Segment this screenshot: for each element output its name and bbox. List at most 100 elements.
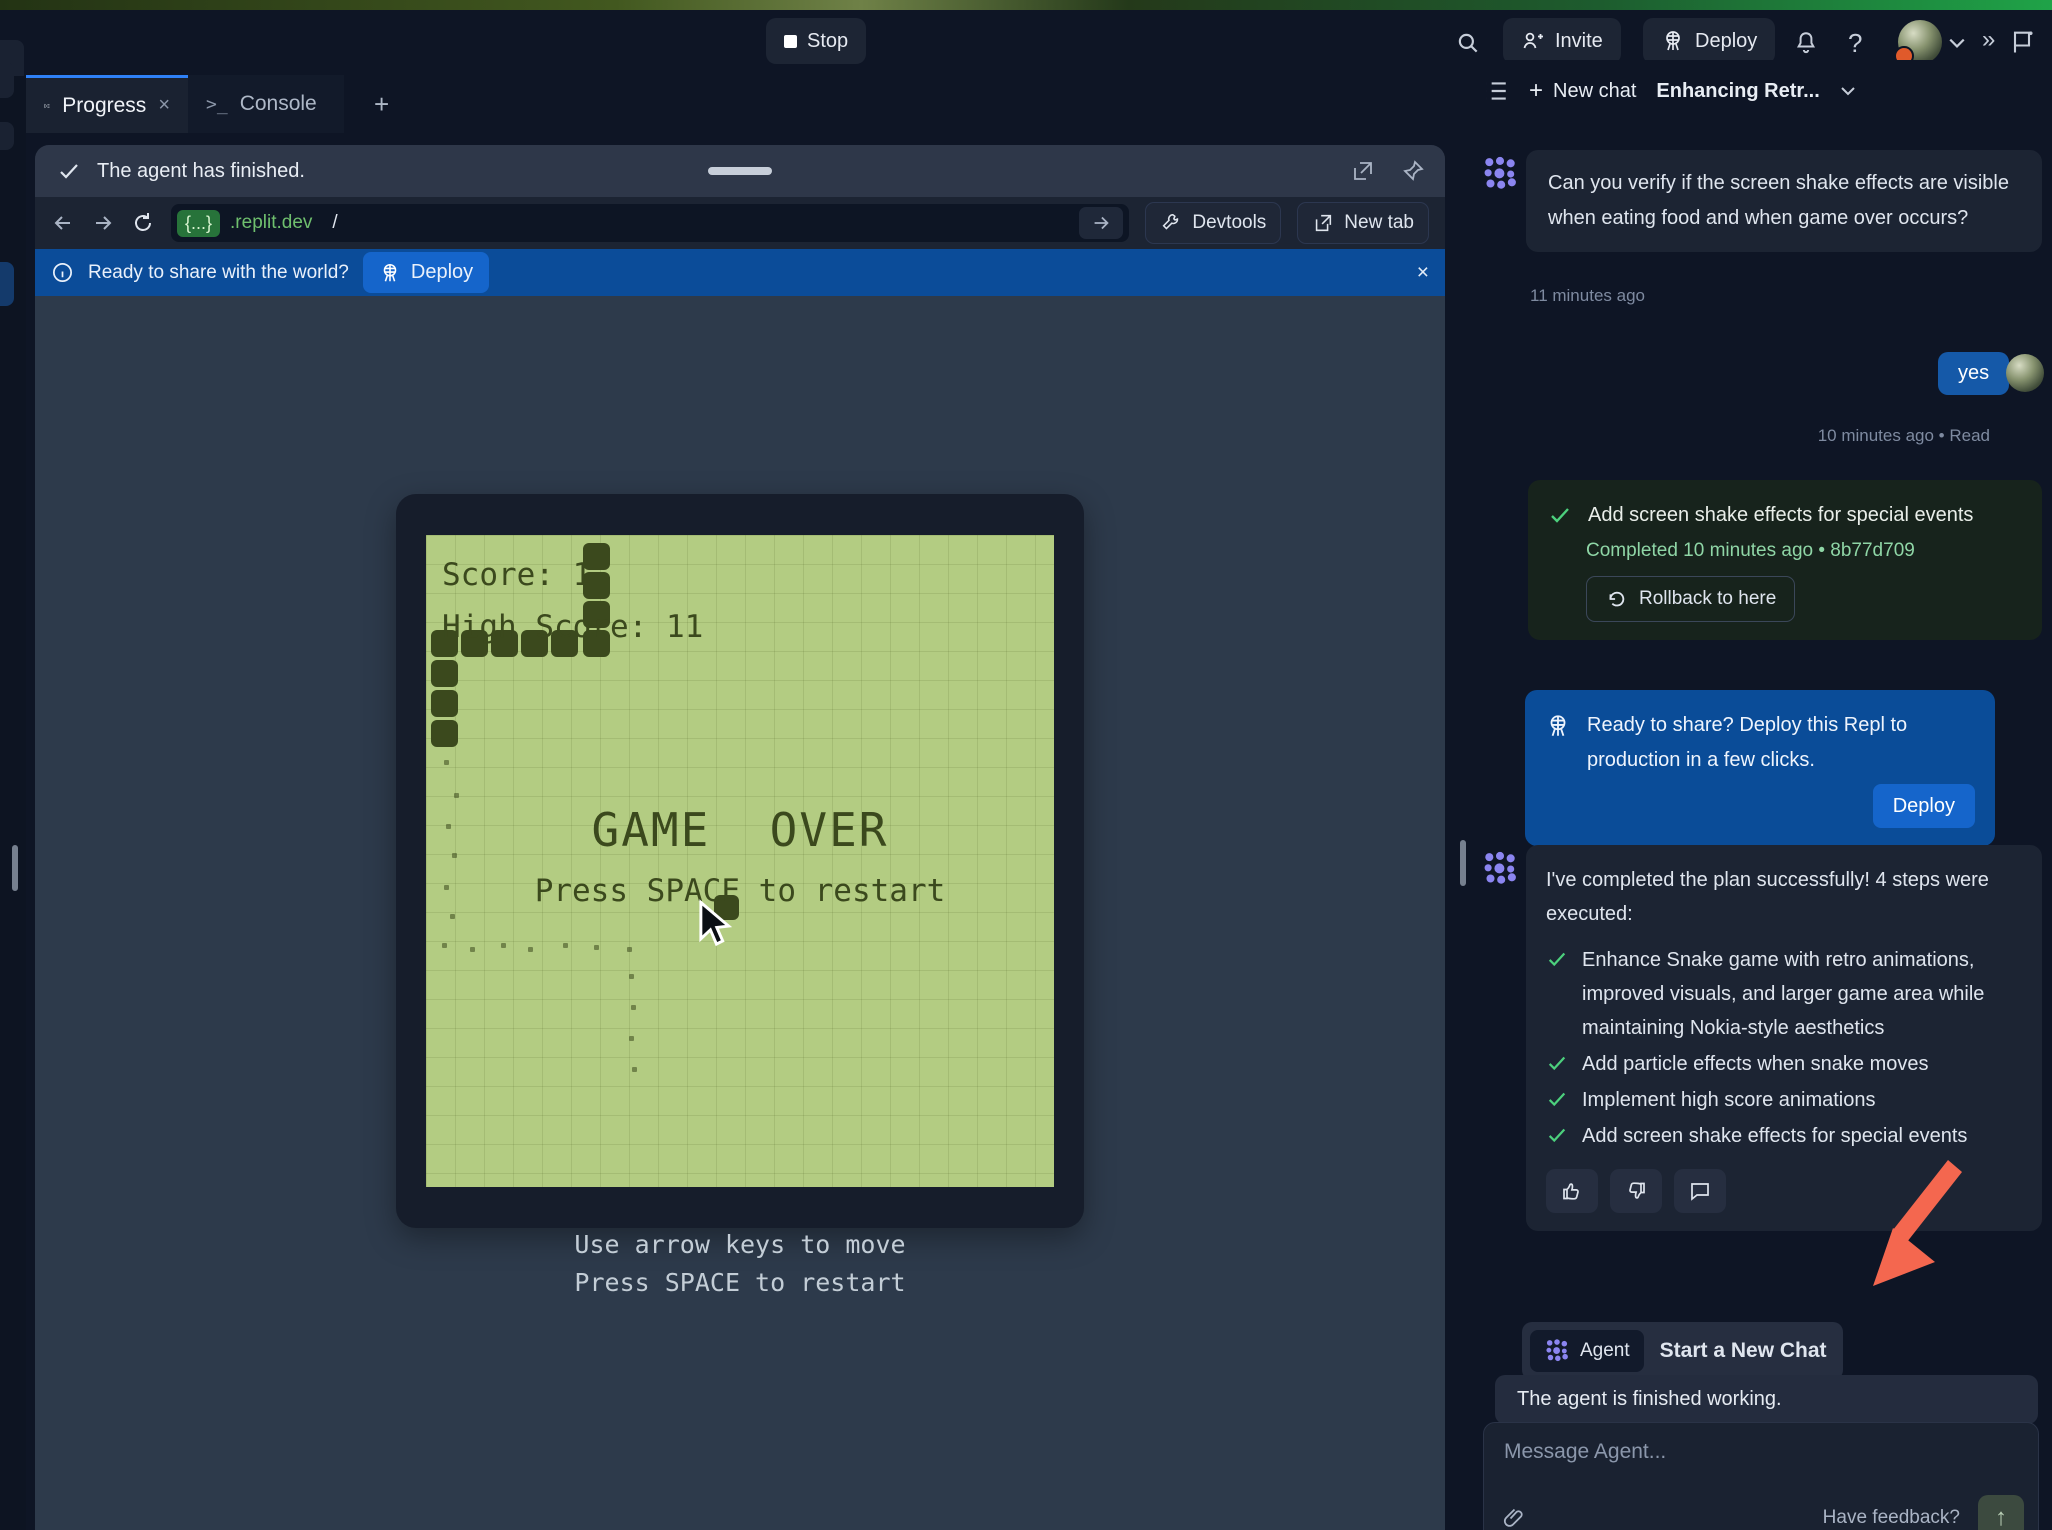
host-badge: {...} xyxy=(177,210,220,237)
checkpoint-meta: Completed 10 minutes ago • 8b77d709 xyxy=(1586,540,2022,562)
chat-title-chevron-icon[interactable] xyxy=(1840,85,1856,97)
deploy-globe-icon xyxy=(1545,713,1571,739)
message-input[interactable] xyxy=(1502,1439,2024,1465)
banner-close-icon[interactable]: × xyxy=(1417,261,1429,285)
invite-label: Invite xyxy=(1555,30,1603,53)
url-field[interactable]: {...} .replit.dev / xyxy=(171,204,1129,242)
check-icon xyxy=(57,159,81,183)
success-check-icon xyxy=(1548,503,1572,527)
attach-paperclip-icon[interactable] xyxy=(1502,1505,1526,1530)
devtools-button[interactable]: Devtools xyxy=(1145,202,1281,244)
particle-speck xyxy=(444,760,449,765)
high-score-text: High Score: 11 xyxy=(442,609,703,645)
plan-step: Add screen shake effects for special eve… xyxy=(1546,1119,2022,1153)
particle-speck xyxy=(629,974,634,979)
thumbs-down-button[interactable] xyxy=(1610,1169,1662,1213)
rollback-button[interactable]: Rollback to here xyxy=(1586,576,1795,622)
agent-logo-icon xyxy=(1544,1338,1570,1364)
rollback-icon xyxy=(1605,588,1627,610)
new-tab-plus-button[interactable]: + xyxy=(356,75,416,133)
particle-speck xyxy=(528,947,533,952)
particle-speck xyxy=(470,947,475,952)
have-feedback-link[interactable]: Have feedback? xyxy=(1823,1507,1960,1529)
deploy-banner: Ready to share with the world? Deploy × xyxy=(35,249,1445,296)
newtab-label: New tab xyxy=(1344,212,1414,234)
invite-button[interactable]: Invite xyxy=(1503,18,1621,64)
search-icon[interactable] xyxy=(1455,30,1481,56)
collapsed-dock-item[interactable] xyxy=(0,122,14,150)
agent-pill: Agent xyxy=(1530,1330,1644,1372)
stop-icon xyxy=(784,35,797,48)
deploy-promo-button[interactable]: Deploy xyxy=(1873,784,1975,828)
success-check-icon xyxy=(1546,948,1568,970)
chat-history-icon[interactable] xyxy=(1483,79,1509,103)
person-plus-icon xyxy=(1521,29,1545,53)
success-check-icon xyxy=(1546,1052,1568,1074)
tab-progress[interactable]: Progress × xyxy=(26,75,188,133)
deploy-promo-card: Ready to share? Deploy this Repl to prod… xyxy=(1525,690,1995,846)
collapsed-dock-item[interactable] xyxy=(0,62,14,98)
navigate-arrow-button[interactable] xyxy=(1079,207,1123,239)
overflow-chevrons[interactable]: » xyxy=(1982,26,1995,54)
agent-chat-panel: + New chat Enhancing Retr... Can you ver… xyxy=(1475,60,2052,1530)
agent-status-bar: The agent has finished. xyxy=(35,145,1445,197)
plan-step: Add particle effects when snake moves xyxy=(1546,1047,2022,1081)
send-button[interactable]: ↑ xyxy=(1978,1495,2024,1530)
particle-speck xyxy=(501,943,506,948)
app-window: Stop Invite Deploy ? » xyxy=(0,0,2052,1530)
snake-segment xyxy=(431,660,458,687)
comment-button[interactable] xyxy=(1674,1169,1726,1213)
webview-card: The agent has finished. {...} .replit.de… xyxy=(35,145,1445,1530)
game-caption: Use arrow keys to move Press SPACE to re… xyxy=(574,1226,905,1302)
account-chevron-icon[interactable] xyxy=(1948,36,1966,50)
particle-speck xyxy=(632,1067,637,1072)
thumbs-down-icon xyxy=(1624,1179,1648,1203)
thumbs-up-button[interactable] xyxy=(1546,1169,1598,1213)
notifications-bell-icon[interactable] xyxy=(1793,30,1819,56)
user-message: yes xyxy=(1938,352,2009,395)
success-check-icon xyxy=(1546,1124,1568,1146)
stop-label: Stop xyxy=(807,30,848,53)
back-icon[interactable] xyxy=(51,211,75,235)
restart-hint-text: Press SPACE to restart xyxy=(426,873,1054,909)
flag-plus-icon[interactable] xyxy=(2008,28,2036,56)
new-chat-button[interactable]: + New chat xyxy=(1529,77,1636,105)
tab-close-icon[interactable]: × xyxy=(158,94,170,117)
particle-speck xyxy=(594,945,599,950)
user-avatar[interactable] xyxy=(1898,20,1942,64)
pane-resize-handle[interactable] xyxy=(12,845,18,891)
annotation-arrow xyxy=(1855,1158,1967,1298)
deploy-globe-icon xyxy=(379,262,401,284)
game-screen[interactable]: Score: 1 High Score: 11 GAME OVER Press … xyxy=(426,535,1054,1187)
snake-segment xyxy=(431,720,458,747)
reload-icon[interactable] xyxy=(131,211,155,235)
help-icon[interactable]: ? xyxy=(1848,28,1862,59)
deploy-promo-text: Ready to share? Deploy this Repl to prod… xyxy=(1587,708,1975,778)
tab-console[interactable]: >_ Console xyxy=(188,75,344,133)
banner-deploy-button[interactable]: Deploy xyxy=(363,252,489,293)
stop-button[interactable]: Stop xyxy=(766,18,866,64)
pin-icon[interactable] xyxy=(1401,159,1425,183)
forward-icon[interactable] xyxy=(91,211,115,235)
chat-title[interactable]: Enhancing Retr... xyxy=(1656,80,1819,103)
particle-speck xyxy=(631,1005,636,1010)
particle-speck xyxy=(629,1036,634,1041)
open-in-new-icon[interactable] xyxy=(1351,159,1375,183)
game-over-text: GAME OVER xyxy=(426,803,1054,857)
devtools-label: Devtools xyxy=(1192,212,1266,234)
particle-speck xyxy=(450,914,455,919)
deploy-button[interactable]: Deploy xyxy=(1643,18,1775,64)
collapsed-dock-item[interactable] xyxy=(0,262,14,306)
start-new-chat-button[interactable]: Agent Start a New Chat xyxy=(1522,1322,1843,1380)
agent-avatar xyxy=(1481,155,1519,193)
game-frame: Score: 1 High Score: 11 GAME OVER Press … xyxy=(396,494,1084,1228)
message-timestamp: 11 minutes ago xyxy=(1530,286,1645,306)
open-new-tab-button[interactable]: New tab xyxy=(1297,202,1429,244)
panel-resize-handle[interactable] xyxy=(1460,840,1466,886)
success-check-icon xyxy=(1546,1088,1568,1110)
drag-handle[interactable] xyxy=(708,167,772,175)
wallpaper-strip xyxy=(0,0,2052,10)
left-dock-rail xyxy=(0,76,26,1530)
thumbs-up-icon xyxy=(1560,1179,1584,1203)
particle-speck xyxy=(442,943,447,948)
